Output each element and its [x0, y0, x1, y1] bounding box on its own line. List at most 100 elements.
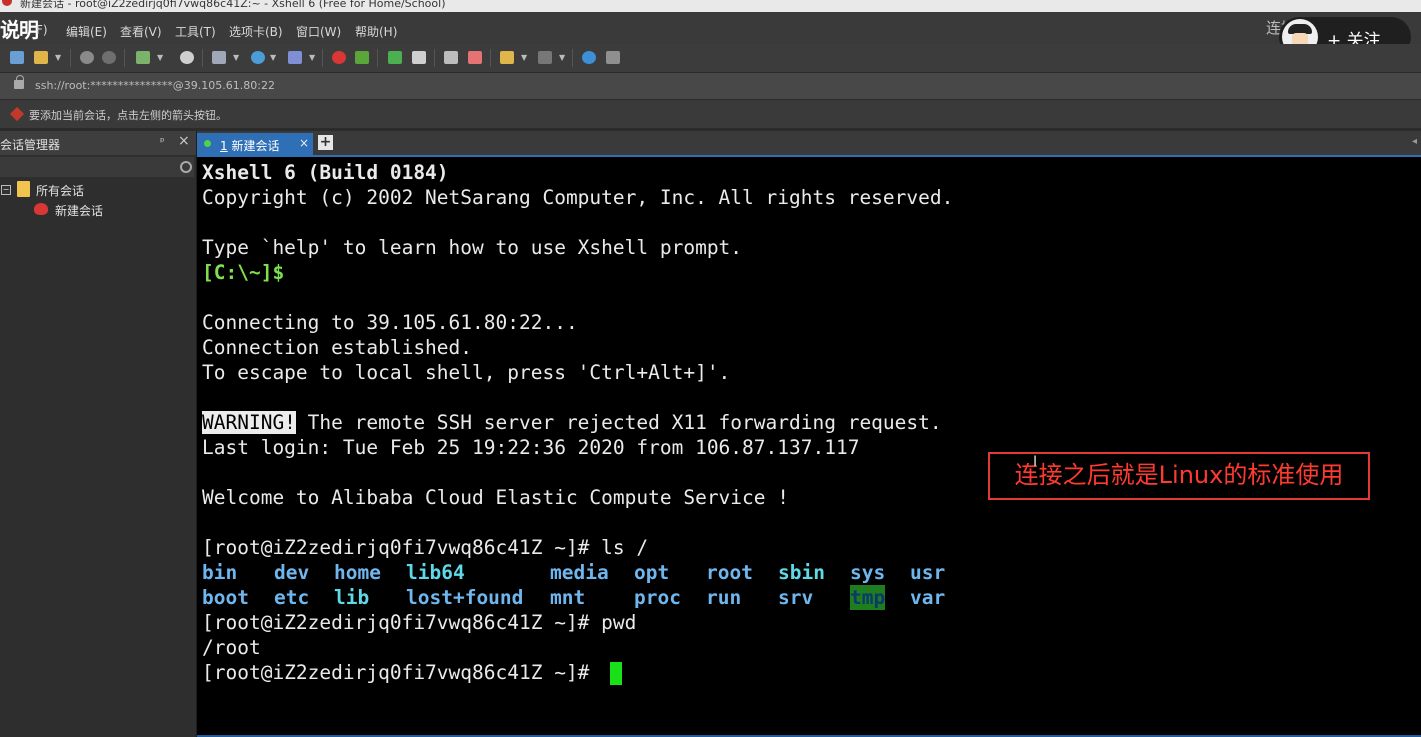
dir-entry: proc	[634, 586, 681, 609]
tab-label: 1 新建会话	[220, 139, 280, 153]
dir-entry: etc	[274, 586, 310, 609]
chevron-down-icon[interactable]: ▼	[270, 53, 276, 62]
menu-view[interactable]: 查看(V)	[120, 23, 162, 40]
session-icon	[34, 203, 48, 215]
layout-icon[interactable]	[538, 51, 552, 64]
tree-item-new-session[interactable]: 新建会话	[55, 202, 103, 219]
script-icon[interactable]	[500, 51, 514, 64]
warning-label: WARNING!	[202, 411, 296, 434]
help-icon[interactable]	[582, 51, 596, 64]
dir-entry: srv	[778, 586, 814, 609]
window-title: 新建会话 - root@iZ2zedirjq0fi7vwq86c41Z:~ - …	[20, 0, 446, 10]
dir-entry: mnt	[550, 586, 586, 609]
new-session-icon[interactable]	[10, 51, 24, 64]
terminal-line: /root	[202, 636, 261, 659]
disconnect-icon[interactable]	[102, 51, 116, 64]
close-tab-button[interactable]: ×	[299, 136, 309, 150]
fullscreen-icon[interactable]	[388, 51, 402, 64]
highlight-icon[interactable]	[468, 51, 482, 64]
annotation-box: 连接之后就是Linux的标准使用	[988, 452, 1370, 500]
dir-entry: opt	[634, 561, 670, 584]
terminal-line: Connection established.	[202, 336, 473, 359]
properties-icon[interactable]	[212, 51, 226, 64]
address-bar[interactable]: ssh://root:***************@39.105.61.80:…	[0, 73, 1421, 99]
terminal-line: Type `help' to learn how to use Xshell p…	[202, 236, 743, 259]
dir-entry: root	[706, 561, 753, 584]
tab-new-session[interactable]: 1 新建会话 ×	[197, 133, 313, 155]
chevron-left-icon[interactable]: ◂	[1412, 136, 1417, 147]
chevron-down-icon[interactable]: ▼	[233, 53, 239, 62]
close-panel-button[interactable]: ×	[178, 133, 190, 149]
find-icon[interactable]	[180, 51, 194, 64]
dir-entry: run	[706, 586, 742, 609]
panel-title: 会话管理器	[0, 138, 61, 152]
terminal-line: Connecting to 39.105.61.80:22...	[202, 311, 578, 334]
dir-entry: dev	[274, 561, 310, 584]
open-folder-icon[interactable]	[34, 51, 48, 64]
panel-header: 会话管理器 ᵖ ×	[0, 131, 196, 155]
terminal-line: Xshell 6 (Build 0184)	[202, 161, 449, 184]
add-tab-button[interactable]: +	[318, 135, 333, 150]
hint-text: 要添加当前会话，点击左侧的箭头按钮。	[29, 109, 227, 122]
dir-entry: home	[334, 561, 381, 584]
font-icon[interactable]	[288, 51, 302, 64]
dir-entry: usr	[910, 561, 946, 584]
connected-status-dot	[204, 140, 211, 147]
tree-item-all-sessions[interactable]: 所有会话	[36, 182, 84, 199]
xftp-icon[interactable]	[332, 51, 346, 64]
menu-edit[interactable]: 编辑(E)	[66, 23, 107, 40]
chevron-down-icon[interactable]: ▼	[521, 53, 527, 62]
menu-tools[interactable]: 工具(T)	[175, 23, 216, 40]
globe-icon[interactable]	[251, 51, 265, 64]
connect-icon[interactable]	[80, 51, 94, 64]
chevron-down-icon[interactable]: ▼	[559, 53, 565, 62]
toolbar: ▼ ▼ ▼ ▼ ▼ ▼ ▼	[0, 44, 1421, 73]
menu-window[interactable]: 窗口(W)	[296, 23, 341, 40]
new-tab-icon[interactable]	[136, 51, 150, 64]
terminal-line: Copyright (c) 2002 NetSarang Computer, I…	[202, 186, 954, 209]
tab-bar: 1 新建会话 × + ◂	[197, 131, 1421, 157]
terminal-line: [root@iZ2zedirjq0fi7vwq86c41Z ~]# pwd	[202, 611, 637, 634]
dir-entry: lib	[334, 586, 370, 609]
dir-entry: boot	[202, 586, 249, 609]
pin-panel-button[interactable]: ᵖ	[160, 135, 165, 148]
search-icon[interactable]	[180, 161, 192, 173]
chevron-down-icon[interactable]: ▼	[55, 53, 61, 62]
dir-entry: lost+found	[406, 586, 524, 609]
chat-icon[interactable]	[606, 51, 620, 64]
hint-bar: 要添加当前会话，点击左侧的箭头按钮。	[0, 100, 1421, 128]
terminal-cursor	[610, 662, 622, 685]
terminal-line: Welcome to Alibaba Cloud Elastic Compute…	[202, 486, 789, 509]
dir-entry: media	[550, 561, 609, 584]
overlay-caption: 说明	[0, 18, 39, 42]
menu-file[interactable]: F)	[36, 23, 48, 37]
menu-help[interactable]: 帮助(H)	[355, 23, 397, 40]
terminal-line: To escape to local shell, press 'Ctrl+Al…	[202, 361, 731, 384]
dir-entry: var	[910, 586, 946, 609]
chevron-down-icon[interactable]: ▼	[309, 53, 315, 62]
lock-icon	[14, 75, 24, 89]
local-prompt: [C:\~]$	[202, 261, 285, 284]
terminal-output[interactable]: Xshell 6 (Build 0184) Copyright (c) 2002…	[197, 157, 1421, 737]
pin-icon[interactable]	[9, 106, 25, 122]
lock-icon[interactable]	[412, 51, 426, 64]
dir-entry: bin	[202, 561, 238, 584]
terminal-line: [root@iZ2zedirjq0fi7vwq86c41Z ~]# ls /	[202, 536, 649, 559]
session-search-input[interactable]	[0, 157, 194, 177]
address-field[interactable]: ssh://root:***************@39.105.61.80:…	[35, 79, 275, 92]
folder-icon	[17, 181, 30, 197]
menu-tab[interactable]: 选项卡(B)	[229, 23, 283, 40]
dir-entry: sbin	[778, 561, 825, 584]
dir-entry: lib64	[406, 561, 465, 584]
menu-bar: 说明 F) 编辑(E) 查看(V) 工具(T) 选项卡(B) 窗口(W) 帮助(…	[0, 12, 1421, 57]
session-manager-panel: 会话管理器 ᵖ × − 所有会话 新建会话	[0, 131, 197, 737]
chevron-down-icon[interactable]: ▼	[157, 53, 163, 62]
xagent-icon[interactable]	[355, 51, 369, 64]
terminal-line: Last login: Tue Feb 25 19:22:36 2020 fro…	[202, 436, 860, 459]
xshell-app-icon	[2, 0, 12, 6]
dir-entry-tmp: tmp	[850, 585, 886, 610]
tree-collapse-toggle[interactable]: −	[1, 185, 11, 195]
window-title-bar: 新建会话 - root@iZ2zedirjq0fi7vwq86c41Z:~ - …	[0, 0, 1421, 12]
terminal-prompt: [root@iZ2zedirjq0fi7vwq86c41Z ~]#	[202, 661, 602, 684]
keyboard-icon[interactable]	[444, 51, 458, 64]
